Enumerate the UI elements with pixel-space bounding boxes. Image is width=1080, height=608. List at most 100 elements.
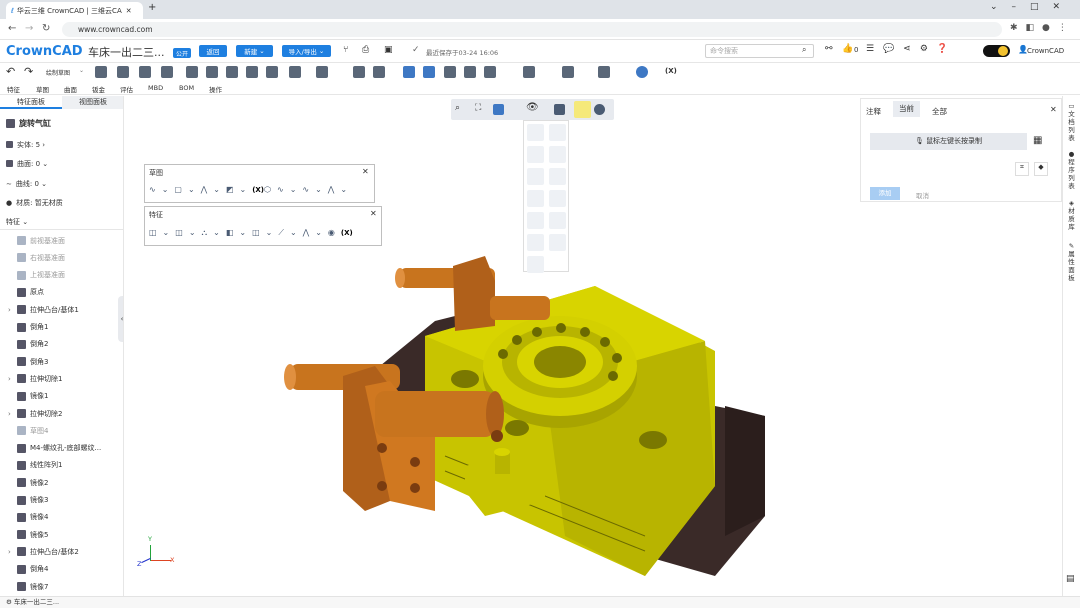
tab-feature-panel[interactable]: 特征面板 [0,96,62,109]
browser-tab[interactable]: ℓ 华云三维 CrownCAD | 三维云CA ✕ [6,2,143,19]
tree-item[interactable]: 右视基准面 [0,249,123,266]
new-tab-icon[interactable]: + [148,2,156,13]
crop-icon[interactable]: ⌗ [1015,162,1029,176]
measure-icon[interactable] [444,66,456,78]
property-panel-tab[interactable]: ✎ 属性面板 [1067,242,1076,282]
tree-item[interactable]: 镜像2 [0,474,123,491]
tab-mbd[interactable]: MBD [148,84,163,92]
collapse-panel-handle[interactable]: ‹ [118,296,123,342]
solid-count[interactable]: 实体: 5 › [0,136,123,153]
help-doc-icon[interactable]: ▤ [1066,574,1075,584]
like-icon[interactable]: 👍 [842,44,853,54]
tree-item[interactable]: 镜像1 [0,388,123,405]
revolve-icon[interactable] [117,66,129,78]
3d-viewport[interactable]: ⌕ ⛶ 👁 草图 ✕ ∿⌄▢⌄⋀⌄◩⌄(X)⬡∿⌄∿⌄⋀⌄ 特征 ✕ ◫⌄◫⌄⛬… [125,96,1062,596]
tree-item[interactable]: 镜像5 [0,526,123,543]
print-icon[interactable]: ⎙ [362,45,369,55]
fillet-icon[interactable] [289,66,301,78]
header-tool-icons[interactable]: ☰💬⋖⚙❓ [866,44,957,54]
tree-item[interactable]: 倒角4 [0,561,123,578]
save-icon[interactable]: ▣ [384,45,393,55]
tree-item[interactable]: 镜像3 [0,492,123,509]
record-button[interactable]: 🎙 鼠标左键长按录制 [870,133,1027,150]
document-title[interactable]: 车床一出二三... [88,44,165,60]
tree-item[interactable]: › 拉伸切除1 [0,370,123,387]
coordinate-icon[interactable] [598,66,610,78]
chamfer-icon[interactable] [353,66,365,78]
surface-fill-icon[interactable] [423,66,435,78]
surface-count[interactable]: 曲面: 0 ⌄ [0,155,123,172]
doc-list-tab[interactable]: ▭ 文档列表 [1067,102,1076,142]
curve-count[interactable]: ∼ 曲线: 0 ⌄ [0,175,123,192]
tree-item[interactable]: 镜像4 [0,509,123,526]
tab-operate[interactable]: 操作 [209,84,222,94]
tab-current[interactable]: 当前 [893,101,920,117]
tree-item[interactable]: 上视基准面 [0,267,123,284]
features-header[interactable]: 特征 ⌄ [0,213,123,230]
keyboard-icon[interactable]: ▦ [1033,135,1042,146]
reload-icon[interactable]: ↻ [42,23,50,34]
material-lib-tab[interactable]: ◈ 材质库 [1067,199,1076,231]
tree-item[interactable]: 草图4 [0,422,123,439]
theme-toggle[interactable] [983,45,1010,57]
program-list-tab[interactable]: ● 程序列表 [1067,150,1076,190]
add-button[interactable]: 添加 [870,187,900,200]
tree-item[interactable]: › 拉伸切除2 [0,405,123,422]
window-controls[interactable]: ⌄–□✕ [990,2,1074,12]
loft-icon[interactable] [161,66,173,78]
cut-loft-icon[interactable] [246,66,258,78]
tab-sketch[interactable]: 草图 [36,84,49,94]
tree-item[interactable]: 线性阵列1 [0,457,123,474]
tree-item[interactable]: › 拉伸凸台/基体2 [0,543,123,560]
search-icon[interactable]: ⌕ [802,45,806,55]
expand-arrow-icon[interactable]: › [8,375,17,383]
extrude-icon[interactable] [95,66,107,78]
surface-icon[interactable] [403,66,415,78]
url-field[interactable]: www.crowncad.com [62,22,1002,37]
sketch-mode-select[interactable]: 绘制草图 [46,68,70,77]
extensions-icons[interactable]: ✱◧●⋮ [1010,23,1075,33]
tree-item[interactable]: M4-螺纹孔-底部螺纹... [0,440,123,457]
tag-icon[interactable]: ◆ [1034,162,1048,176]
section-icon[interactable] [464,66,476,78]
plane-icon[interactable] [562,66,574,78]
undo-icon[interactable]: ↶ [6,65,15,78]
tree-item[interactable]: › 拉伸凸台/基体1 [0,301,123,318]
tree-item[interactable]: 镜像7 [0,578,123,595]
expand-arrow-icon[interactable]: › [8,548,17,556]
tab-surface[interactable]: 曲面 [64,84,77,94]
shell-icon[interactable] [266,66,278,78]
cut-revolve-icon[interactable] [206,66,218,78]
mirror-icon[interactable] [373,66,385,78]
tab-sheetmetal[interactable]: 钣金 [92,84,105,94]
pattern-icon[interactable] [316,66,328,78]
cut-extrude-icon[interactable] [186,66,198,78]
new-button[interactable]: 新建 ⌄ [236,45,273,57]
redo-icon[interactable]: ↷ [24,65,33,78]
back-icon[interactable]: ← [8,23,16,34]
tree-item[interactable]: 倒角2 [0,336,123,353]
part-root[interactable]: 旋转气缸 [0,115,123,132]
expand-arrow-icon[interactable]: › [8,410,17,418]
version-icon[interactable]: ⑂ [343,45,348,55]
body-icon[interactable] [484,66,496,78]
forward-icon[interactable]: → [25,23,33,34]
tab-evaluate[interactable]: 评估 [120,84,133,94]
cut-sweep-icon[interactable] [226,66,238,78]
tab-view-panel[interactable]: 视图面板 [62,96,123,109]
expand-arrow-icon[interactable]: › [8,306,17,314]
tab-feature[interactable]: 特征 [7,84,20,94]
sweep-icon[interactable] [139,66,151,78]
user-name[interactable]: CrownCAD [1027,47,1064,55]
tree-item[interactable]: 原点 [0,284,123,301]
command-search-input[interactable]: 命令搜索 [705,44,814,58]
tree-item[interactable]: 倒角3 [0,353,123,370]
import-export-button[interactable]: 导入/导出 ⌄ [282,45,331,57]
material-icon[interactable] [636,66,648,78]
tree-item[interactable]: 倒角1 [0,319,123,336]
box-icon[interactable] [523,66,535,78]
share-icon[interactable]: ⚯ [825,44,833,54]
close-tab-icon[interactable]: ✕ [126,7,132,15]
variables-icon[interactable]: (X) [665,67,677,75]
return-button[interactable]: 返回 [199,45,227,57]
